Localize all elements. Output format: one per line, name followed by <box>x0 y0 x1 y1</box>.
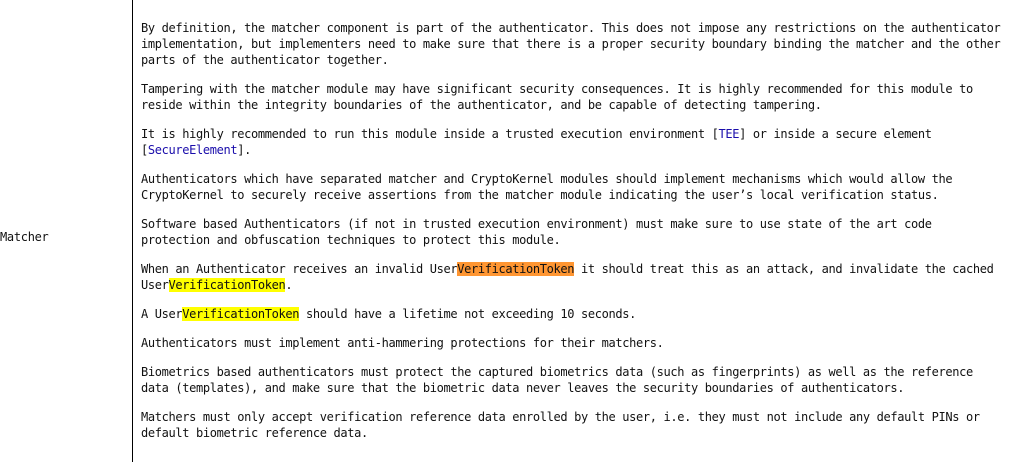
paragraph-cryptokernel: Authenticators which have separated matc… <box>141 171 1026 203</box>
text-line: Authenticators which have separated matc… <box>141 172 953 186</box>
text-line: Matchers must only accept verification r… <box>141 410 980 424</box>
text-segment: ] or inside a secure element <box>739 127 932 141</box>
text-segment: When an Authenticator receives an invali… <box>141 262 458 276</box>
text-line: [SecureElement]. <box>141 142 1026 158</box>
paragraph-token-lifetime: A UserVerificationToken should have a li… <box>141 306 1026 322</box>
row-label-matcher: Matcher <box>0 230 49 244</box>
search-highlight-match: VerificationToken <box>168 278 286 292</box>
text-line: Tampering with the matcher module may ha… <box>141 82 973 96</box>
text-segment: User <box>141 278 169 292</box>
text-segment: A User <box>141 307 183 321</box>
text-line: parts of the authenticator together. <box>141 53 389 67</box>
description-cell: By definition, the matcher component is … <box>141 20 1026 454</box>
text-line: By definition, the matcher component is … <box>141 21 1001 35</box>
text-line: Biometrics based authenticators must pro… <box>141 365 973 379</box>
text-line: implementation, but implementers need to… <box>141 37 1001 51</box>
text-line: UserVerificationToken. <box>141 277 1026 293</box>
paragraph-anti-hammering: Authenticators must implement anti-hamme… <box>141 335 1026 351</box>
text-line: It is highly recommended to run this mod… <box>141 126 1026 142</box>
text-segment: ]. <box>237 143 251 157</box>
text-line: A UserVerificationToken should have a li… <box>141 306 1026 322</box>
text-line: Software based Authenticators (if not in… <box>141 217 932 231</box>
paragraph-trusted-environment: It is highly recommended to run this mod… <box>141 126 1026 158</box>
text-line: When an Authenticator receives an invali… <box>141 261 1026 277</box>
text-segment: . <box>285 278 293 292</box>
tee-reference-link[interactable]: TEE <box>718 127 739 141</box>
text-line: protection and obfuscation techniques to… <box>141 233 561 247</box>
paragraph-software-authenticators: Software based Authenticators (if not in… <box>141 216 1026 248</box>
secure-element-reference-link[interactable]: SecureElement <box>148 143 238 157</box>
text-segment: [ <box>141 143 148 157</box>
text-line: data (templates), and make sure that the… <box>141 381 905 395</box>
search-highlight-match: VerificationToken <box>182 307 300 321</box>
paragraph-biometrics: Biometrics based authenticators must pro… <box>141 364 1026 396</box>
text-segment: It is highly recommended to run this mod… <box>141 127 719 141</box>
paragraph-tampering: Tampering with the matcher module may ha… <box>141 81 1026 113</box>
text-segment: should have a lifetime not exceeding 10 … <box>299 307 636 321</box>
paragraph-matcher-definition: By definition, the matcher component is … <box>141 20 1026 68</box>
paragraph-enrolled-data: Matchers must only accept verification r… <box>141 409 1026 441</box>
search-highlight-current: VerificationToken <box>457 262 575 276</box>
text-line: reside within the integrity boundaries o… <box>141 98 822 112</box>
text-line: default biometric reference data. <box>141 426 368 440</box>
text-line: Authenticators must implement anti-hamme… <box>141 336 664 350</box>
text-segment: it should treat this as an attack, and i… <box>574 262 994 276</box>
text-line: CryptoKernel to securely receive asserti… <box>141 188 939 202</box>
column-divider <box>132 0 133 462</box>
paragraph-invalid-token: When an Authenticator receives an invali… <box>141 261 1026 293</box>
